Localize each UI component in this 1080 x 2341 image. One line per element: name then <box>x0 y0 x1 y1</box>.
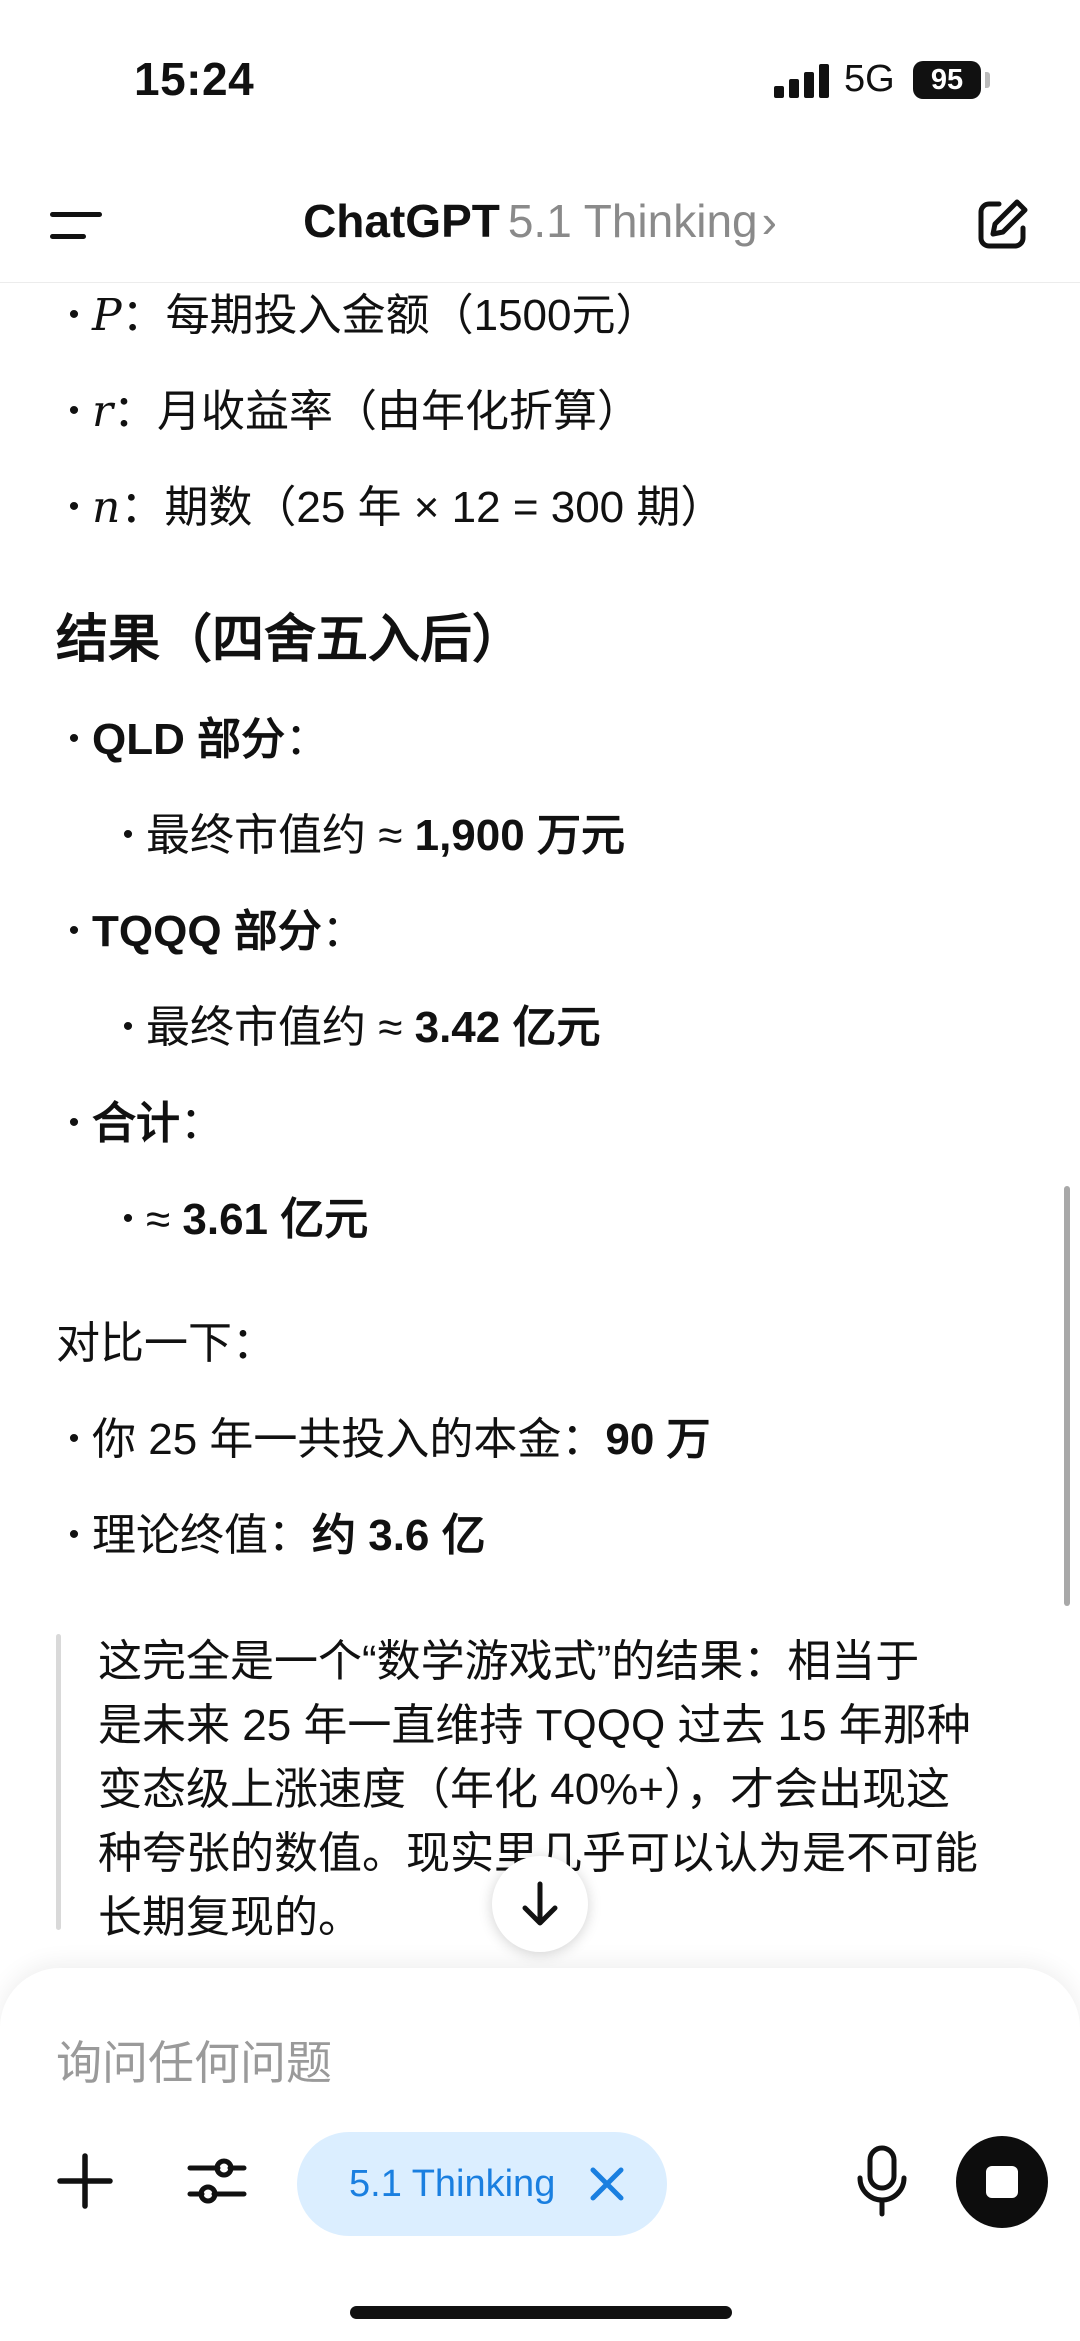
colon: ： <box>321 907 366 956</box>
bullet: • <box>122 1010 134 1044</box>
list-item: • QLD 部分： <box>56 712 329 770</box>
list-item: • n：期数（25 年 × 12 = 300 期） <box>56 480 725 538</box>
paragraph: 对比一下： <box>56 1319 276 1368</box>
model-name: 5.1 Thinking <box>507 195 758 247</box>
result-value: 3.42 亿元 <box>414 1003 601 1052</box>
plus-icon[interactable] <box>52 2148 118 2214</box>
microphone-icon[interactable] <box>852 2144 912 2220</box>
app-name: ChatGPT <box>303 195 500 247</box>
bullet: • <box>68 1518 80 1552</box>
compare-value: 90 万 <box>605 1415 711 1464</box>
variable-symbol: n <box>92 482 121 533</box>
result-prefix: 最终市值约 ≈ <box>146 1003 415 1052</box>
list-item: • 合计： <box>56 1096 224 1154</box>
colon: ： <box>120 483 165 532</box>
blockquote-bar <box>56 1634 61 1930</box>
result-label: 合计 <box>92 1099 180 1148</box>
result-prefix: 最终市值约 ≈ <box>146 811 415 860</box>
stop-icon <box>986 2166 1018 2198</box>
list-item: • P：每期投入金额（1500元） <box>56 288 660 346</box>
compose-icon[interactable] <box>975 196 1031 252</box>
bullet: • <box>68 914 80 948</box>
bullet: • <box>68 722 80 756</box>
blockquote-line: 变态级上涨速度（年化 40%+），才会出现这 <box>98 1765 950 1814</box>
bullet: • <box>68 1422 80 1456</box>
variable-symbol: r <box>92 386 114 437</box>
status-time: 15:24 <box>134 53 255 105</box>
tools-sliders-icon[interactable] <box>184 2148 250 2214</box>
scroll-to-bottom-button[interactable] <box>492 1856 588 1952</box>
model-switcher[interactable]: ChatGPT 5.1 Thinking› <box>0 194 1080 248</box>
blockquote-line: 是未来 25 年一直维持 TQQQ 过去 15 年那种 <box>98 1701 971 1750</box>
battery-icon: 95 <box>913 61 981 99</box>
close-icon[interactable] <box>587 2164 627 2204</box>
colon: ： <box>121 291 166 340</box>
compare-prefix: 理论终值： <box>92 1511 312 1560</box>
compare-value: 约 3.6 亿 <box>312 1511 486 1560</box>
bullet: • <box>122 1202 134 1236</box>
cellular-signal-icon <box>774 64 832 98</box>
colon: ： <box>113 387 158 436</box>
list-item-text: 月收益率（由年化折算） <box>157 387 642 436</box>
sub-list-item: • 最终市值约 ≈ 1,900 万元 <box>110 808 625 866</box>
colon: ： <box>180 1099 224 1148</box>
chevron-right-icon: › <box>761 195 777 247</box>
result-label: QLD 部分 <box>92 715 286 764</box>
composer: 询问任何问题 5.1 Thinking <box>0 1968 1080 2341</box>
bullet: • <box>68 394 80 428</box>
arrow-down-icon <box>522 1881 558 1926</box>
list-item: • 你 25 年一共投入的本金：90 万 <box>56 1412 711 1470</box>
bullet: • <box>68 490 80 524</box>
section-heading: 结果（四舍五入后） <box>56 611 525 669</box>
list-item-text: 每期投入金额（1500元） <box>165 291 660 340</box>
bullet: • <box>122 818 134 852</box>
bullet: • <box>68 298 80 332</box>
home-indicator[interactable] <box>350 2306 732 2319</box>
message-input[interactable]: 询问任何问题 <box>56 2028 956 2098</box>
result-value: 3.61 亿元 <box>182 1195 369 1244</box>
colon: ： <box>285 715 330 764</box>
stop-button[interactable] <box>956 2136 1048 2228</box>
variable-symbol: P <box>92 290 122 341</box>
result-prefix: ≈ <box>146 1195 183 1244</box>
list-item: • 理论终值：约 3.6 亿 <box>56 1508 486 1566</box>
list-item: • TQQQ 部分： <box>56 904 366 962</box>
bullet: • <box>68 1106 80 1140</box>
sub-list-item: • 最终市值约 ≈ 3.42 亿元 <box>110 1000 601 1058</box>
scrollbar[interactable] <box>1064 1186 1070 1606</box>
model-chip[interactable]: 5.1 Thinking <box>297 2132 667 2236</box>
network-type: 5G <box>844 58 895 100</box>
compare-prefix: 你 25 年一共投入的本金： <box>92 1415 606 1464</box>
assistant-message: • P：每期投入金额（1500元） • r：月收益率（由年化折算） • n：期数（25… <box>0 282 1080 1982</box>
status-bar: 15:24 5G 95 <box>0 0 1080 160</box>
result-label: TQQQ 部分 <box>92 907 322 956</box>
list-item: • r：月收益率（由年化折算） <box>56 384 641 442</box>
chat-screen: 15:24 5G 95 ChatGPT 5.1 Thinking› • P：每期投入… <box>0 0 1080 2341</box>
sub-list-item: • ≈ 3.61 亿元 <box>110 1192 369 1250</box>
nav-bar: ChatGPT 5.1 Thinking› <box>0 160 1080 283</box>
model-chip-label: 5.1 Thinking <box>349 2163 556 2205</box>
blockquote-line: 这完全是一个“数学游戏式”的结果：相当于 <box>98 1637 920 1686</box>
result-value: 1,900 万元 <box>414 811 625 860</box>
list-item-text: 期数（25 年 × 12 = 300 期） <box>164 483 725 532</box>
battery-tip <box>985 72 990 88</box>
blockquote-line: 长期复现的。 <box>98 1893 362 1942</box>
